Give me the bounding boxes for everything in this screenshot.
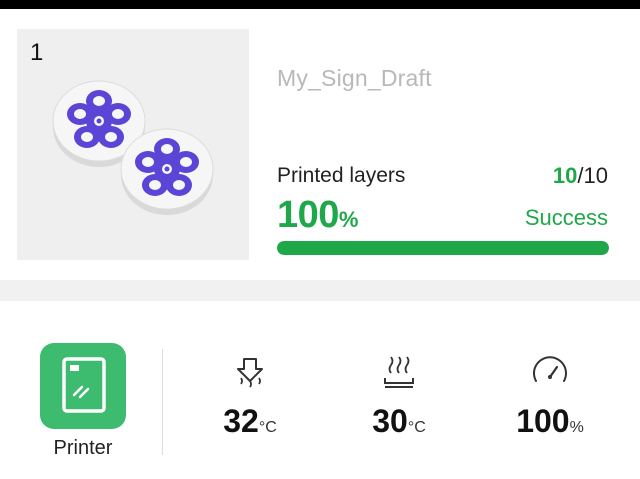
print-speed[interactable]: 100% bbox=[490, 353, 610, 440]
layer-total: /10 bbox=[577, 163, 608, 188]
progress-bar bbox=[277, 241, 609, 255]
progress-unit: % bbox=[338, 207, 359, 232]
layer-current: 10 bbox=[552, 163, 578, 188]
layer-count: 10/10 bbox=[553, 163, 608, 189]
nozzle-temp-unit: °C bbox=[258, 419, 277, 436]
section-divider bbox=[0, 280, 640, 301]
printer-label: Printer bbox=[53, 437, 113, 459]
job-name: My_Sign_Draft bbox=[277, 65, 432, 91]
status-text: Success bbox=[524, 205, 608, 230]
bed-temperature[interactable]: 30°C bbox=[339, 353, 459, 440]
heatbed-icon bbox=[384, 356, 414, 388]
printed-layers-label: Printed layers bbox=[277, 164, 406, 187]
status-bar bbox=[0, 0, 640, 9]
printer-status-panel: Printer 32°C 30°C 100% bbox=[0, 301, 640, 479]
speed-unit: % bbox=[569, 419, 584, 436]
bed-temp-value: 30 bbox=[372, 403, 408, 439]
model-thumbnail[interactable]: 1 bbox=[17, 29, 249, 260]
print-job-card[interactable]: 1 My_Sign_Draft Printed layers 10/10 100… bbox=[0, 9, 640, 280]
progress-bar-fill bbox=[277, 241, 609, 255]
nozzle-temp-value: 32 bbox=[223, 403, 259, 439]
nozzle-temp-icon bbox=[237, 358, 263, 388]
printer-button[interactable] bbox=[40, 343, 126, 429]
speed-gauge-icon bbox=[533, 356, 567, 382]
vertical-divider bbox=[162, 349, 163, 455]
bed-temp-unit: °C bbox=[407, 419, 426, 436]
speed-value: 100 bbox=[516, 403, 570, 439]
progress-value: 100 bbox=[277, 194, 339, 236]
printer-icon bbox=[62, 357, 106, 413]
flower-coaster-model-icon bbox=[52, 80, 214, 216]
nozzle-temperature[interactable]: 32°C bbox=[190, 353, 310, 440]
progress-percent: 100% bbox=[277, 194, 358, 237]
